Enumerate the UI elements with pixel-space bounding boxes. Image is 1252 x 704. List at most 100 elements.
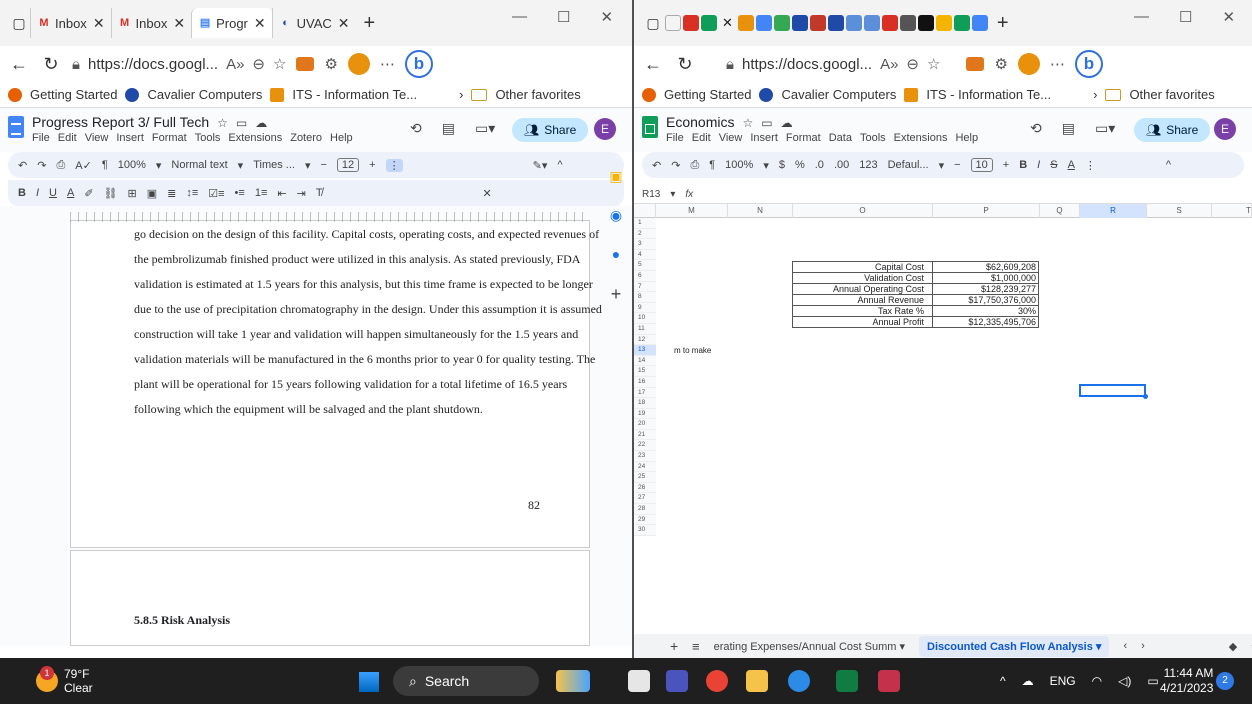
contacts-icon[interactable]: ●: [612, 246, 620, 262]
table-cell-label[interactable]: Annual Profit: [792, 316, 933, 328]
strikethrough-icon[interactable]: S: [1050, 159, 1057, 171]
row-header[interactable]: 22: [634, 440, 656, 452]
print-icon[interactable]: ⎙: [56, 159, 65, 172]
extensions-icon[interactable]: ⚙: [324, 55, 337, 73]
bold-icon[interactable]: B: [18, 187, 26, 199]
text-color-icon[interactable]: A: [1068, 159, 1075, 171]
checklist-icon[interactable]: ☑≡: [208, 187, 224, 200]
align-icon[interactable]: ≣: [167, 187, 176, 200]
menu-view[interactable]: View: [85, 132, 109, 144]
tab-favicon[interactable]: [953, 15, 970, 31]
refresh-icon[interactable]: ↻: [674, 54, 696, 75]
row-header[interactable]: 14: [634, 355, 656, 367]
column-header-q[interactable]: Q: [1040, 204, 1080, 218]
metamask-icon[interactable]: [966, 57, 985, 71]
tab-favicon[interactable]: [665, 15, 681, 31]
row-header[interactable]: 29: [634, 514, 656, 526]
favorite-star-icon[interactable]: ☆: [927, 55, 940, 73]
volume-icon[interactable]: ◁): [1118, 674, 1131, 688]
metamask-icon[interactable]: [296, 57, 315, 71]
font-size-input[interactable]: 10: [970, 158, 993, 172]
row-header[interactable]: 1: [634, 218, 656, 229]
move-icon[interactable]: ▭: [761, 116, 772, 130]
table-cell-label[interactable]: Tax Rate %: [792, 305, 933, 317]
taskbar-search[interactable]: ⌕ Search: [393, 666, 539, 696]
edge-icon[interactable]: [788, 670, 810, 692]
column-header-p[interactable]: P: [933, 204, 1040, 218]
new-tab-button[interactable]: +: [356, 12, 384, 35]
close-window-icon[interactable]: ✕: [1222, 8, 1235, 26]
row-header[interactable]: 30: [634, 525, 656, 536]
decrease-size-icon[interactable]: −: [954, 159, 960, 171]
row-header[interactable]: 25: [634, 472, 656, 483]
bulleted-list-icon[interactable]: •≡: [235, 187, 245, 199]
table-cell-value[interactable]: $128,239,277: [932, 283, 1039, 295]
row-header[interactable]: 10: [634, 313, 656, 324]
maximize-icon[interactable]: ☐: [1179, 8, 1192, 26]
column-header-t[interactable]: T: [1212, 204, 1252, 218]
menu-file[interactable]: File: [666, 132, 684, 144]
comments-icon[interactable]: ▤: [442, 120, 455, 137]
meet-icon[interactable]: ▭▾: [475, 120, 495, 137]
minimize-icon[interactable]: —: [512, 8, 527, 26]
table-cell-label[interactable]: Annual Operating Cost: [792, 283, 933, 295]
favorite-cavalier[interactable]: Cavalier Computers: [147, 87, 262, 102]
menu-edit[interactable]: Edit: [58, 132, 77, 144]
column-header-o[interactable]: O: [793, 204, 933, 218]
extension-icon[interactable]: [347, 53, 370, 75]
row-header[interactable]: 23: [634, 451, 656, 462]
cell-overflow-text[interactable]: m to make: [674, 346, 711, 355]
avatar[interactable]: E: [1214, 118, 1236, 140]
tab-actions-icon[interactable]: ▢: [8, 12, 30, 34]
row-header[interactable]: 15: [634, 366, 656, 377]
other-favorites[interactable]: Other favorites: [495, 87, 580, 102]
increase-size-icon[interactable]: +: [1003, 159, 1009, 171]
section-heading[interactable]: 5.8.5 Risk Analysis: [134, 613, 230, 628]
tab-favicon[interactable]: [683, 15, 699, 31]
bing-icon[interactable]: b: [1074, 50, 1103, 78]
add-addon-icon[interactable]: +: [611, 284, 622, 305]
sheet-tab-annual-cost[interactable]: erating Expenses/Annual Cost Summ ▾: [714, 640, 905, 653]
row-header[interactable]: 13: [634, 345, 656, 356]
teams-icon[interactable]: [666, 670, 688, 692]
table-cell-label[interactable]: Annual Revenue: [792, 294, 933, 306]
tab-actions-icon[interactable]: ▢: [642, 12, 664, 34]
excel-icon[interactable]: [836, 670, 858, 692]
zoom-select[interactable]: 100%: [725, 159, 753, 171]
tasks-icon[interactable]: ◉: [610, 207, 622, 224]
undo-icon[interactable]: ↶: [18, 159, 27, 172]
name-box[interactable]: R13: [642, 189, 660, 200]
clock[interactable]: 11:44 AM 4/21/2023: [1160, 666, 1213, 696]
scroll-right-icon[interactable]: ›: [1141, 640, 1145, 652]
tray-overflow-icon[interactable]: ^: [1000, 674, 1006, 688]
font-select[interactable]: Defaul...: [888, 159, 929, 171]
docs-logo-icon[interactable]: [8, 116, 24, 138]
menu-extensions[interactable]: Extensions: [228, 132, 282, 144]
font-size-input[interactable]: 12: [336, 158, 360, 172]
keep-icon[interactable]: ▣: [609, 168, 622, 185]
avatar[interactable]: E: [594, 118, 616, 140]
battery-icon[interactable]: ▭: [1147, 674, 1158, 688]
more-options-icon[interactable]: ⋮: [1085, 159, 1096, 172]
menu-zotero[interactable]: Zotero: [290, 132, 322, 144]
new-tab-button[interactable]: +: [989, 12, 1017, 35]
menu-insert[interactable]: Insert: [750, 132, 778, 144]
collapse-icon[interactable]: ^: [557, 159, 562, 171]
row-header[interactable]: 11: [634, 323, 656, 335]
numbered-list-icon[interactable]: 1≡: [255, 187, 268, 199]
line-spacing-icon[interactable]: ↕≡: [186, 187, 198, 199]
tab-favicon[interactable]: [737, 15, 754, 31]
menu-edit[interactable]: Edit: [692, 132, 711, 144]
back-icon[interactable]: ←: [642, 54, 664, 75]
back-icon[interactable]: ←: [8, 54, 30, 75]
redo-icon[interactable]: ↷: [37, 159, 46, 172]
row-header[interactable]: 9: [634, 302, 656, 314]
row-header[interactable]: 28: [634, 504, 656, 515]
tab-gmail-1[interactable]: M Inbox ✕: [30, 8, 111, 38]
image-icon[interactable]: ▣: [147, 187, 157, 200]
increase-decimal-button[interactable]: .00: [834, 159, 849, 171]
tab-favicon[interactable]: [863, 15, 880, 31]
other-favorites[interactable]: Other favorites: [1129, 87, 1214, 102]
favorite-its[interactable]: ITS - Information Te...: [926, 87, 1051, 102]
row-header[interactable]: 4: [634, 249, 656, 261]
